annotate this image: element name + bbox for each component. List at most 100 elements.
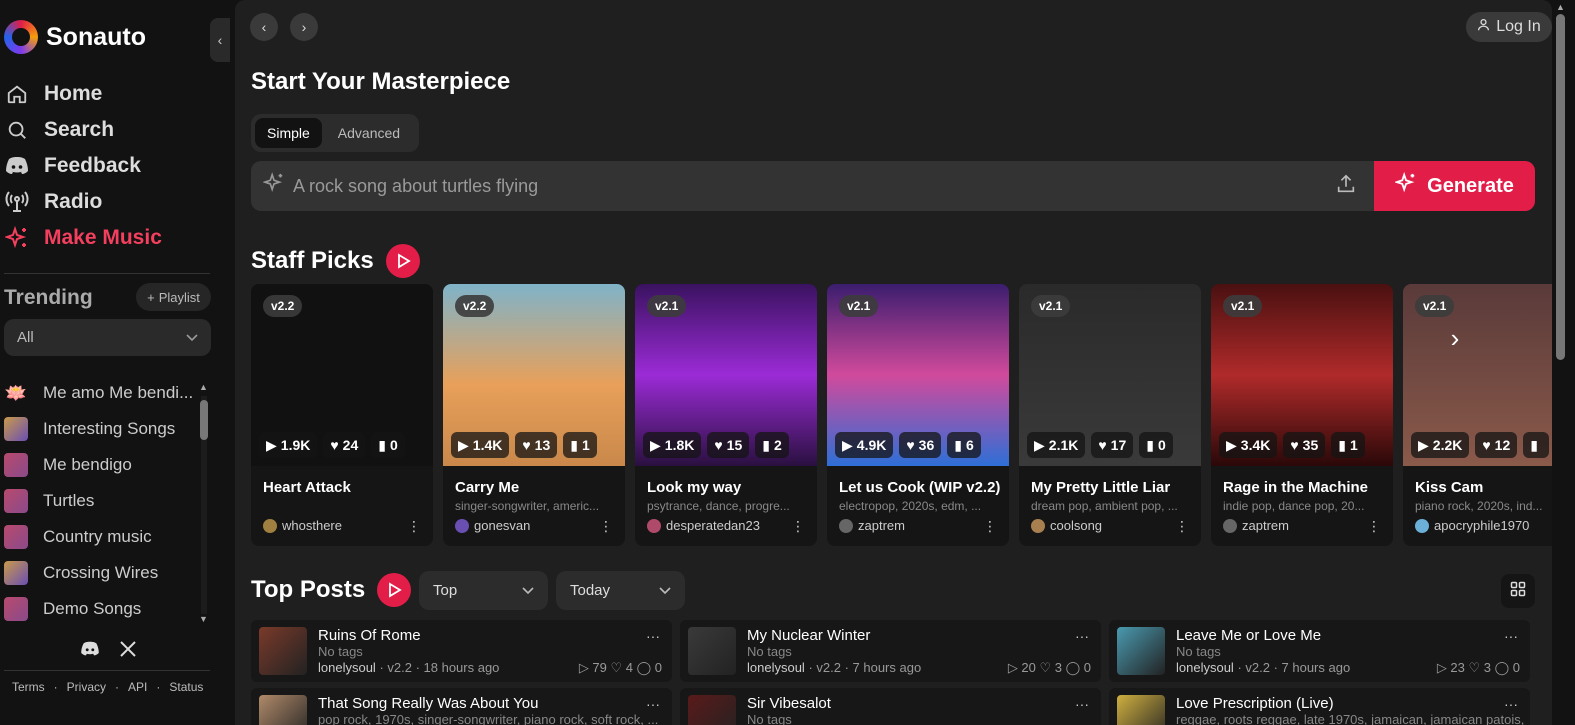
song-card[interactable]: v2.1 ▶ 1.8K ♥ 15 ▮ 2 Look my way psytrance,… (635, 284, 817, 546)
more-options-icon[interactable]: ⋮ (1367, 518, 1381, 535)
trending-item[interactable]: Turtles (4, 483, 196, 519)
status-link[interactable]: Status (169, 680, 203, 694)
song-author[interactable]: zaptrem (839, 518, 905, 533)
song-author[interactable]: desperatedan23 (647, 518, 760, 533)
add-playlist-button[interactable]: + Playlist (136, 283, 211, 311)
tab-advanced[interactable]: Advanced (326, 118, 412, 148)
song-card[interactable]: v2.1 ▶ 2.1K ♥ 17 ▮ 0 My Pretty Little Liar … (1019, 284, 1201, 546)
post-author[interactable]: lonelysoul (1176, 660, 1234, 675)
scroll-down-icon[interactable]: ▼ (199, 614, 208, 624)
back-button[interactable]: ‹ (250, 13, 278, 41)
song-card[interactable]: v2.2 ▶ 1.9K ♥ 24 ▮ 0 Heart Attack whosthere… (251, 284, 433, 546)
page-scrollbar[interactable]: ▲ (1552, 0, 1575, 725)
prompt-input[interactable] (293, 175, 1326, 197)
trending-item[interactable]: Demo Songs (4, 591, 196, 627)
collapse-sidebar-button[interactable]: ‹ (210, 18, 230, 62)
grid-view-button[interactable] (1501, 574, 1535, 608)
upload-button[interactable] (1326, 166, 1366, 206)
song-cover[interactable]: v2.1 ▶ 1.8K ♥ 15 ▮ 2 (635, 284, 817, 466)
generate-button[interactable]: Generate (1374, 161, 1535, 211)
more-options-icon[interactable]: ··· (1075, 628, 1089, 644)
song-author[interactable]: whosthere (263, 518, 342, 533)
song-title[interactable]: Rage in the Machine (1223, 479, 1368, 496)
post-row[interactable]: That Song Really Was About You pop rock,… (251, 688, 672, 725)
song-cover[interactable]: v2.1 ▶ 3.4K ♥ 35 ▮ 1 (1211, 284, 1393, 466)
song-cover[interactable]: v2.1 ▶ 2.2K ♥ 12 ▮ (1403, 284, 1552, 466)
nav-item-search[interactable]: Search (4, 112, 162, 148)
more-options-icon[interactable]: ··· (646, 628, 660, 644)
more-options-icon[interactable]: ⋮ (983, 518, 997, 535)
api-link[interactable]: API (128, 680, 147, 694)
song-title[interactable]: My Pretty Little Liar (1031, 479, 1170, 496)
post-cover[interactable] (259, 627, 307, 675)
post-title[interactable]: My Nuclear Winter (747, 627, 870, 644)
carousel-next-button[interactable]: › (1429, 312, 1481, 364)
discord-icon[interactable] (80, 641, 100, 662)
post-title[interactable]: That Song Really Was About You (318, 695, 538, 712)
song-title[interactable]: Kiss Cam (1415, 479, 1483, 496)
trending-item[interactable]: Country music (4, 519, 196, 555)
post-title[interactable]: Ruins Of Rome (318, 627, 421, 644)
post-row[interactable]: Ruins Of Rome No tags lonelysoul · v2.2 … (251, 620, 672, 682)
scroll-up-icon[interactable]: ▲ (1556, 2, 1565, 12)
sort-select[interactable]: Top (419, 571, 548, 610)
more-options-icon[interactable]: ··· (1075, 696, 1089, 712)
post-row[interactable]: Leave Me or Love Me No tags lonelysoul ·… (1109, 620, 1530, 682)
nav-item-home[interactable]: Home (4, 76, 162, 112)
trending-item[interactable]: Interesting Songs (4, 411, 196, 447)
post-cover[interactable] (688, 627, 736, 675)
more-options-icon[interactable]: ··· (646, 696, 660, 712)
nav-item-make-music[interactable]: Make Music (4, 220, 162, 256)
terms-link[interactable]: Terms (12, 680, 45, 694)
post-cover[interactable] (1117, 627, 1165, 675)
more-options-icon[interactable]: ··· (1504, 628, 1518, 644)
song-cover[interactable]: v2.1 ▶ 4.9K ♥ 36 ▮ 6 (827, 284, 1009, 466)
play-all-button[interactable] (385, 244, 420, 278)
song-title[interactable]: Look my way (647, 479, 741, 496)
post-row[interactable]: My Nuclear Winter No tags lonelysoul · v… (680, 620, 1101, 682)
more-options-icon[interactable]: ⋮ (1175, 518, 1189, 535)
period-select[interactable]: Today (556, 571, 685, 610)
song-cover[interactable]: v2.2 ▶ 1.4K ♥ 13 ▮ 1 (443, 284, 625, 466)
post-row[interactable]: Sir Vibesalot No tags ··· (680, 688, 1101, 725)
trending-item[interactable]: 🪷 Me amo Me bendi... (4, 375, 196, 411)
trending-item[interactable]: Me bendigo (4, 447, 196, 483)
more-options-icon[interactable]: ··· (1504, 696, 1518, 712)
more-options-icon[interactable]: ⋮ (791, 518, 805, 535)
song-author[interactable]: coolsong (1031, 518, 1102, 533)
nav-item-radio[interactable]: Radio (4, 184, 162, 220)
privacy-link[interactable]: Privacy (67, 680, 106, 694)
post-cover[interactable] (1117, 695, 1165, 725)
more-options-icon[interactable]: ⋮ (407, 518, 421, 535)
song-author[interactable]: apocryphile1970 (1415, 518, 1529, 533)
song-card[interactable]: v2.1 ▶ 3.4K ♥ 35 ▮ 1 Rage in the Machine in… (1211, 284, 1393, 546)
more-options-icon[interactable]: ⋮ (599, 518, 613, 535)
trending-item[interactable]: Crossing Wires (4, 555, 196, 591)
trending-filter-select[interactable]: All (4, 319, 211, 356)
song-card[interactable]: v2.2 ▶ 1.4K ♥ 13 ▮ 1 Carry Me singer-songwr… (443, 284, 625, 546)
song-cover[interactable]: v2.2 ▶ 1.9K ♥ 24 ▮ 0 (251, 284, 433, 466)
song-cover[interactable]: v2.1 ▶ 2.1K ♥ 17 ▮ 0 (1019, 284, 1201, 466)
logo[interactable]: Sonauto (4, 20, 146, 54)
nav-item-feedback[interactable]: Feedback (4, 148, 162, 184)
tab-simple[interactable]: Simple (255, 118, 322, 148)
song-author[interactable]: zaptrem (1223, 518, 1289, 533)
post-row[interactable]: Love Prescription (Live) reggae, roots r… (1109, 688, 1530, 725)
post-title[interactable]: Sir Vibesalot (747, 695, 831, 712)
song-card[interactable]: v2.1 ▶ 2.2K ♥ 12 ▮ Kiss Cam piano rock, 20… (1403, 284, 1552, 546)
post-cover[interactable] (259, 695, 307, 725)
play-all-button[interactable] (377, 573, 412, 607)
song-title[interactable]: Heart Attack (263, 479, 351, 496)
post-title[interactable]: Love Prescription (Live) (1176, 695, 1334, 712)
post-author[interactable]: lonelysoul (318, 660, 376, 675)
scrollbar-thumb[interactable] (200, 400, 208, 440)
post-author[interactable]: lonelysoul (747, 660, 805, 675)
forward-button[interactable]: › (290, 13, 318, 41)
login-button[interactable]: Log In (1466, 12, 1552, 42)
song-card[interactable]: v2.1 ▶ 4.9K ♥ 36 ▮ 6 Let us Cook (WIP v2.2)… (827, 284, 1009, 546)
song-title[interactable]: Carry Me (455, 479, 519, 496)
song-title[interactable]: Let us Cook (WIP v2.2) (839, 479, 1000, 496)
song-author[interactable]: gonesvan (455, 518, 530, 533)
post-cover[interactable] (688, 695, 736, 725)
scrollbar-thumb[interactable] (1556, 14, 1565, 360)
